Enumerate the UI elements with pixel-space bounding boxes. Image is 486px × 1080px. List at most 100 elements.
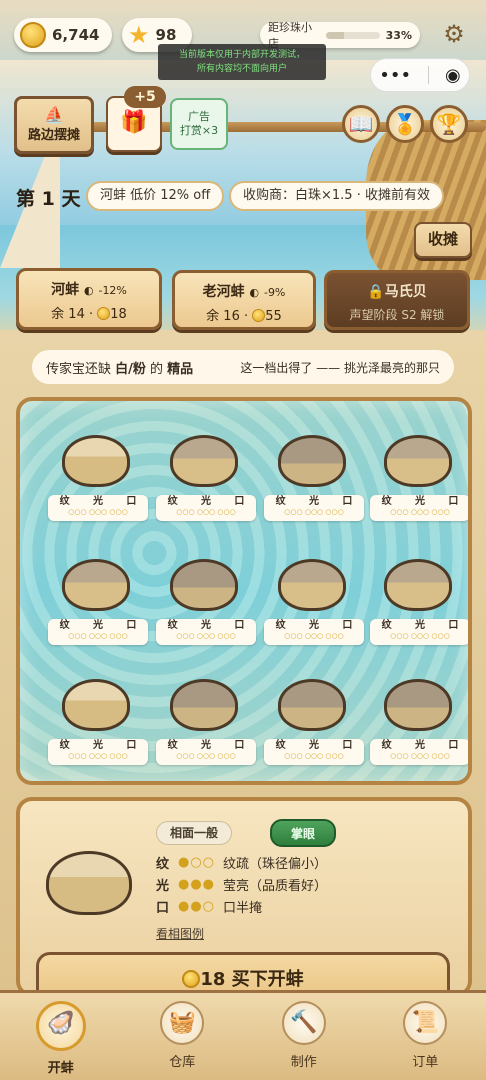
attr-label: 光 [92,496,103,507]
attribute-row: 纹 ●○○ 纹疏（珠径偏小） [156,851,327,873]
card-price: 55 [265,309,282,324]
coin-icon [182,970,201,988]
attr-label: 口 [448,620,459,631]
attr-label: 纹 [275,620,286,631]
attr-dots: ○○○ ○○○ ○○○ [390,632,450,640]
clam-attributes: 纹 光 口 ○○○ ○○○ ○○○ [370,739,468,765]
clam-attributes: 纹 光 口 ○○○ ○○○ ○○○ [370,619,468,645]
plus-badge: +5 [124,86,166,108]
card-stock: 余 16 [206,309,240,324]
clam-shell [62,435,130,487]
attr-label: 口 [342,740,353,751]
coin-icon [252,309,266,322]
attribute-row: 光 ●●● 莹亮（品质看好） [156,873,327,895]
shop-progress-fill [326,31,344,39]
attr-label: 纹 [381,496,392,507]
attribute-list: 纹 ●○○ 纹疏（珠径偏小） 光 ●●● 莹亮（品质看好） 口 ●●○ 口半掩 [156,851,327,917]
clam-attributes: 纹 光 口 ○○○ ○○○ ○○○ [156,739,256,765]
buyer-tag: 收购商：白珠×1.5 · 收摊前有效 [229,181,444,211]
card-stock: 余 14 [51,307,85,322]
attr-dots: ○○○ ○○○ ○○○ [284,508,344,516]
tab-inspect[interactable]: 掌眼 [270,819,336,847]
clam-card-old-river[interactable]: 老河蚌 ◐ -9% 余 16 · 55 [172,270,316,330]
attr-label: 口 [448,496,459,507]
clam-item[interactable]: 纹 光 口 ○○○ ○○○ ○○○ [366,429,468,545]
miniapp-capsule: ••• ◉ [370,58,470,92]
attr-label: 光 [200,620,211,631]
attr-label: 光 [414,740,425,751]
clam-attributes: 纹 光 口 ○○○ ○○○ ○○○ [264,739,364,765]
close-stall-button[interactable]: 收摊 [414,222,472,258]
attr-label: 纹 [167,620,178,631]
medal-icon[interactable]: 🏅 [386,105,424,143]
ad-reward-button[interactable]: 广告 打赏×3 [170,98,228,150]
clam-item[interactable]: 纹 光 口 ○○○ ○○○ ○○○ [152,673,260,781]
notice-line2: 所有内容均不面向用户 [196,64,287,74]
clam-attributes: 纹 光 口 ○○○ ○○○ ○○○ [48,739,148,765]
stall-button[interactable]: ⛵ 路边摆摊 [14,96,94,154]
clam-shell [278,435,346,487]
close-circle-icon[interactable]: ◉ [445,65,461,86]
nav-label: 制作 [290,1055,317,1070]
star-amount: 98 [155,26,177,44]
clam-item[interactable]: 纹 光 口 ○○○ ○○○ ○○○ [44,429,152,545]
attribute-level: ●●● [178,876,216,892]
attr-label: 纹 [167,496,178,507]
clam-item[interactable]: 纹 光 口 ○○○ ○○○ ○○○ [366,673,468,781]
clam-icon: 🦪 [35,1001,86,1051]
book-icon[interactable]: 📖 [342,105,380,143]
clam-grid: 纹光口 ○○○ ○○○ ○○○ 纹光口 ○○○ ○○○ ○○○ 纹光口 ○○○ ○○○ ○… [16,397,472,785]
attribute-value: 纹疏（珠径偏小） [223,856,328,872]
attr-label: 纹 [167,740,178,751]
nav-open-clam[interactable]: 🦪 开蚌 [21,1001,101,1080]
gear-icon[interactable]: ⚙ [440,20,468,48]
attr-label: 口 [234,620,245,631]
attr-label: 纹 [275,740,286,751]
clam-card-locked[interactable]: 🔒马氏贝 声望阶段 S2 解锁 [324,270,470,330]
nav-orders[interactable]: 📜 订单 [385,1001,465,1080]
price-tag: 河蚌 低价 12% off [86,181,225,211]
nav-label: 仓库 [169,1055,196,1070]
legend-link[interactable]: 看相图例 [156,925,204,942]
clam-item[interactable]: 纹 光 口 ○○○ ○○○ ○○○ [260,429,368,545]
more-icon[interactable]: ••• [379,65,411,86]
attr-label: 口 [126,496,137,507]
coin-icon [20,22,46,48]
clam-item[interactable]: 纹 光 口 ○○○ ○○○ ○○○ [44,673,152,781]
shop-progress-text: 33% [385,28,412,42]
attr-label: 口 [126,620,137,631]
star-icon: ★ [128,21,150,49]
clam-shell [384,435,452,487]
clam-attributes: 纹 光 口 ○○○ ○○○ ○○○ [156,619,256,645]
nav-warehouse[interactable]: 🧺 仓库 [142,1001,222,1080]
attribute-key: 纹 [156,856,170,872]
card-price: 18 [110,307,127,322]
card-name: 河蚌 [51,282,80,298]
attr-label: 纹 [59,740,70,751]
dev-notice: 当前版本仅用于内部开发测试， 所有内容均不面向用户 [158,44,326,80]
clam-item[interactable]: 纹 光 口 ○○○ ○○○ ○○○ [152,429,260,545]
clam-shell [278,559,346,611]
attr-dots: ○○○ ○○○ ○○○ [390,508,450,516]
attr-label: 光 [308,620,319,631]
clam-item[interactable]: 纹 光 口 ○○○ ○○○ ○○○ [44,553,152,669]
attr-label: 光 [308,496,319,507]
clam-item[interactable]: 纹 光 口 ○○○ ○○○ ○○○ [366,553,468,669]
clam-item[interactable]: 纹 光 口 ○○○ ○○○ ○○○ [152,553,260,669]
clam-item[interactable]: 纹 光 口 ○○○ ○○○ ○○○ [260,673,368,781]
attribute-row: 口 ●●○ 口半掩 [156,895,327,917]
tab-appearance[interactable]: 相面一般 [156,821,232,845]
trophy-icon[interactable]: 🏆 [430,105,468,143]
hint-tail: 这一档出得了 —— 挑光泽最亮的那只 [240,360,440,375]
clam-attributes: 纹 光 口 ○○○ ○○○ ○○○ [264,495,364,521]
collection-hint: 传家宝还缺 白/粉 的 精品 这一档出得了 —— 挑光泽最亮的那只 [32,350,454,384]
clam-attributes: 纹 光 口 ○○○ ○○○ ○○○ [48,619,148,645]
nav-craft[interactable]: 🔨 制作 [264,1001,344,1080]
attribute-value: 口半掩 [223,900,263,916]
attr-dots: ○○○ ○○○ ○○○ [390,752,450,760]
attr-label: 纹 [381,740,392,751]
attribute-value: 莹亮（品质看好） [223,878,328,894]
clam-card-river[interactable]: 河蚌 ◐ -12% 余 14 · 18 [16,268,162,330]
attr-dots: ○○○ ○○○ ○○○ [284,632,344,640]
clam-item[interactable]: 纹 光 口 ○○○ ○○○ ○○○ [260,553,368,669]
